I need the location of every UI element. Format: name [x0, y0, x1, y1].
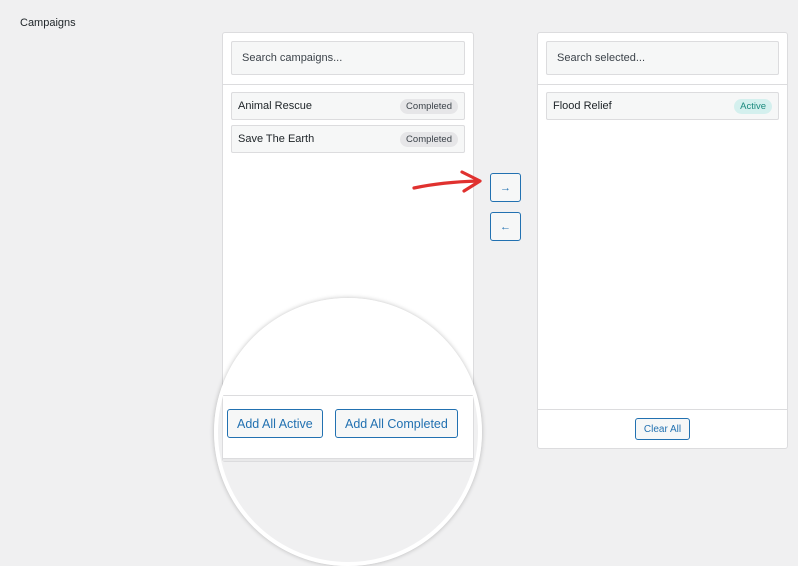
campaign-item[interactable]: Animal Rescue Completed	[231, 92, 465, 120]
available-campaigns-panel: Animal Rescue Completed Save The Earth C…	[222, 32, 474, 462]
selected-campaigns-panel: Flood Relief Active Clear All	[537, 32, 788, 449]
footer-band	[223, 458, 473, 461]
search-selected-input[interactable]	[546, 41, 779, 75]
clear-all-button[interactable]: Clear All	[634, 418, 691, 440]
campaign-name: Save The Earth	[238, 133, 315, 145]
status-badge: Active	[734, 98, 772, 114]
move-left-button[interactable]: ←	[490, 212, 521, 241]
move-right-button[interactable]: →	[490, 173, 521, 202]
section-label: Campaigns	[20, 17, 76, 29]
add-all-active-button[interactable]: Add All Active	[227, 409, 323, 438]
arrow-left-icon: ←	[500, 220, 511, 233]
available-campaigns-list: Animal Rescue Completed Save The Earth C…	[231, 92, 465, 158]
available-panel-footer: Add All Active Add All Completed	[223, 395, 473, 461]
annotation-arrow-icon	[412, 170, 482, 193]
panel-divider	[538, 84, 787, 85]
arrow-right-icon: →	[500, 181, 511, 194]
selected-panel-footer: Clear All	[538, 409, 787, 448]
selected-campaigns-list: Flood Relief Active	[546, 92, 779, 125]
campaign-item[interactable]: Flood Relief Active	[546, 92, 779, 120]
search-campaigns-input[interactable]	[231, 41, 465, 75]
panel-divider	[223, 84, 473, 85]
campaign-name: Animal Rescue	[238, 100, 312, 112]
add-all-completed-button[interactable]: Add All Completed	[335, 409, 458, 438]
campaign-name: Flood Relief	[553, 100, 612, 112]
status-badge: Completed	[400, 131, 458, 147]
campaign-item[interactable]: Save The Earth Completed	[231, 125, 465, 153]
status-badge: Completed	[400, 98, 458, 114]
